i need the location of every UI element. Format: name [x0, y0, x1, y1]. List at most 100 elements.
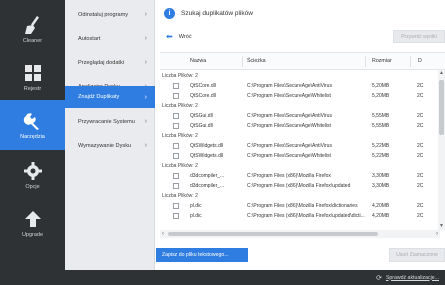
horizontal-scrollbar[interactable]: ‹ ›	[160, 230, 440, 238]
submenu-drive-wiper[interactable]: Wymazywanie Dysku ›	[65, 134, 155, 157]
table-row[interactable]: QtSWidgets.dll C:\Program Files\SecureAge…	[160, 151, 440, 161]
column-divider[interactable]	[365, 56, 366, 67]
row-checkbox[interactable]	[173, 183, 179, 189]
chevron-right-icon: ›	[144, 93, 147, 101]
submenu-uninstall[interactable]: Odinstaluj programy ›	[65, 3, 155, 26]
nav-label: Upgrade	[21, 232, 44, 238]
group-header-row: Liczba Plików: 2	[160, 71, 440, 81]
nav-registry[interactable]: Rejestr	[0, 52, 65, 102]
column-header-size[interactable]: Rozmiar	[372, 53, 392, 70]
file-date-cell: 2C	[417, 143, 424, 149]
nav-upgrade[interactable]: Upgrade	[0, 198, 65, 248]
back-label: Wróć	[178, 33, 192, 40]
broom-icon	[22, 14, 44, 36]
file-date-cell: 2C	[417, 83, 424, 89]
row-checkbox[interactable]	[173, 143, 179, 149]
file-size-cell: 5,22MB	[372, 153, 390, 159]
toolbar: ⬅ Wróć Przywróć wyniki	[156, 30, 445, 44]
table-row[interactable]: QtSWidgets.dll C:\Program Files\SecureAge…	[160, 141, 440, 151]
table-row[interactable]: d3dcompiler_... C:\Program Files (x86)\Mo…	[160, 171, 440, 181]
file-size-cell: 5,20MB	[372, 83, 390, 89]
column-header-name[interactable]: Nazwa	[190, 53, 206, 70]
file-date-cell: 2C	[417, 93, 424, 99]
check-updates-link[interactable]: ⟳ Sprawdź aktualizacje...	[376, 270, 439, 285]
row-checkbox[interactable]	[173, 93, 179, 99]
table-row[interactable]: pl.dic C:\Program Files (x86)\Mozilla Fir…	[160, 211, 440, 221]
back-button[interactable]: ⬅ Wróć	[166, 30, 192, 43]
table-row[interactable]: QtSGui.dll C:\Program Files\SecureAge\Whi…	[160, 121, 440, 131]
submenu-system-restore[interactable]: Przywracanie Systemu ›	[65, 110, 155, 133]
row-checkbox[interactable]	[173, 83, 179, 89]
table-row[interactable]: QtSCore.dll C:\Program Files\SecureAge\Wh…	[160, 91, 440, 101]
file-path-cell: C:\Program Files\SecureAge\AntiVirus	[247, 83, 332, 89]
file-path-cell: C:\Program Files\SecureAge\Whitelist	[247, 123, 331, 129]
submenu-addons[interactable]: Przeglądaj dodatki ›	[65, 51, 155, 74]
file-name-cell: pl.dic	[190, 203, 202, 209]
row-checkbox[interactable]	[173, 203, 179, 209]
row-checkbox[interactable]	[173, 213, 179, 219]
file-name-cell: QtSGui.dll	[190, 123, 213, 129]
scroll-thumb[interactable]	[439, 80, 444, 135]
scroll-up-icon[interactable]: ▲	[438, 70, 445, 77]
file-date-cell: 2C	[417, 113, 424, 119]
table-row[interactable]: d3dcompiler_... C:\Program Files (x86)\Mo…	[160, 181, 440, 191]
row-checkbox[interactable]	[173, 173, 179, 179]
row-checkbox[interactable]	[173, 123, 179, 129]
file-size-cell: 5,22MB	[372, 143, 390, 149]
group-count-label: Liczba Plików: 2	[162, 133, 198, 139]
column-header-path[interactable]: Ścieżka	[247, 53, 266, 70]
file-size-cell: 3,30MB	[372, 183, 390, 189]
main-panel: i Szukaj duplikatów plików ⬅ Wróć Przywr…	[156, 0, 445, 270]
group-header-row: Liczba Plików: 2	[160, 101, 440, 111]
table-row[interactable]: QtSGui.dll C:\Program Files\SecureAge\Ant…	[160, 111, 440, 121]
nav-label: Rejestr	[23, 86, 42, 92]
submenu-label: Autostart	[78, 35, 101, 42]
submenu-label: Przywracanie Systemu	[78, 118, 135, 125]
file-name-cell: QtSCore.dll	[190, 93, 216, 99]
scroll-left-icon[interactable]: ‹	[162, 230, 164, 238]
refresh-icon: ⟳	[376, 274, 382, 282]
file-path-cell: C:\Program Files (x86)\Mozilla Firefox\u…	[247, 183, 351, 189]
check-updates-label: Sprawdź aktualizacje...	[385, 274, 439, 281]
group-header-row: Liczba Plików: 2	[160, 191, 440, 201]
group-header-row: Liczba Plików: 2	[160, 131, 440, 141]
file-date-cell: 2C	[417, 203, 424, 209]
main-nav: Cleaner Rejestr Narzędzia Opcje Upgrade	[0, 0, 65, 270]
table-row[interactable]: QtSCore.dll C:\Program Files\SecureAge\An…	[160, 81, 440, 91]
nav-tools[interactable]: Narzędzia	[0, 100, 65, 150]
file-date-cell: 2C	[417, 173, 424, 179]
column-divider[interactable]	[410, 56, 411, 67]
row-checkbox[interactable]	[173, 153, 179, 159]
nav-cleaner[interactable]: Cleaner	[0, 4, 65, 54]
scroll-right-icon[interactable]: ›	[436, 230, 438, 238]
wrench-icon	[22, 110, 44, 132]
file-path-cell: C:\Program Files (x86)\Mozilla Firefox\d…	[247, 203, 358, 209]
chevron-right-icon: ›	[144, 118, 147, 125]
submenu-label: Znajdź Duplikaty	[78, 94, 120, 100]
file-name-cell: QtSWidgets.dll	[190, 143, 224, 149]
chevron-right-icon: ›	[144, 35, 147, 42]
save-to-text-file-button[interactable]: Zapisz do pliku tekstowego...	[156, 248, 248, 262]
submenu-find-duplicates[interactable]: Znajdź Duplikaty ›	[65, 86, 155, 108]
restore-results-button[interactable]: Przywróć wyniki	[393, 30, 445, 43]
submenu-autostart[interactable]: Autostart ›	[65, 27, 155, 50]
nav-options[interactable]: Opcje	[0, 150, 65, 200]
file-size-cell: 5,55MB	[372, 123, 390, 129]
file-name-cell: pl.dic	[190, 213, 202, 219]
table-row[interactable]: pl.dic C:\Program Files (x86)\Mozilla Fir…	[160, 201, 440, 211]
column-header-date[interactable]: D	[418, 53, 422, 70]
file-date-cell: 2C	[417, 183, 424, 189]
vertical-scrollbar[interactable]: ▲ ▼	[438, 70, 445, 230]
nav-label: Opcje	[25, 184, 40, 190]
scroll-thumb[interactable]	[168, 232, 378, 236]
column-divider[interactable]	[242, 56, 243, 67]
row-checkbox[interactable]	[173, 113, 179, 119]
scroll-down-icon[interactable]: ▼	[438, 223, 445, 230]
file-name-cell: d3dcompiler_...	[190, 173, 225, 179]
page-header: i Szukaj duplikatów plików	[156, 5, 445, 21]
file-date-cell: 2C	[417, 123, 424, 129]
remove-selected-button[interactable]: Usuń Zaznaczone	[389, 248, 445, 262]
tools-submenu: Odinstaluj programy › Autostart › Przegląd…	[65, 0, 155, 270]
file-path-cell: C:\Program Files (x86)\Mozilla Firefox	[247, 173, 331, 179]
nav-label: Narzędzia	[20, 134, 45, 140]
